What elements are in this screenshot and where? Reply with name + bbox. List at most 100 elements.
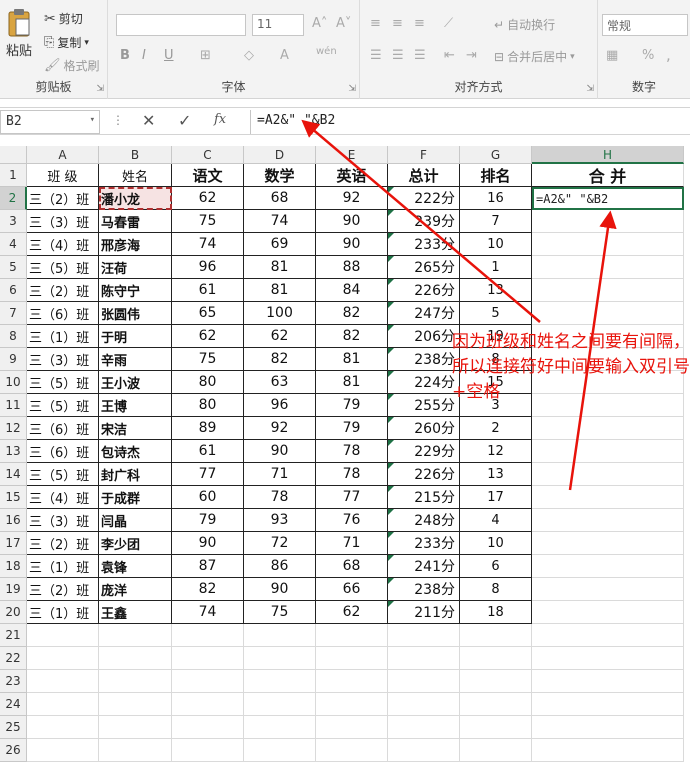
empty-cell[interactable] — [316, 693, 388, 716]
empty-cell[interactable] — [388, 739, 460, 762]
empty-cell[interactable] — [388, 716, 460, 739]
table-cell[interactable]: 于成群 — [99, 486, 172, 509]
table-cell[interactable]: 87 — [172, 555, 244, 578]
empty-cell[interactable] — [172, 716, 244, 739]
font-color-icon[interactable]: A — [280, 48, 289, 63]
italic-icon[interactable]: I — [142, 48, 146, 63]
table-cell[interactable]: 71 — [244, 463, 316, 486]
table-cell[interactable]: 224分 — [388, 371, 460, 394]
table-cell[interactable]: 78 — [244, 486, 316, 509]
table-cell[interactable]: 90 — [316, 233, 388, 256]
row-header[interactable]: 12 — [0, 417, 27, 440]
empty-cell[interactable] — [532, 624, 684, 647]
table-cell[interactable]: 三（4）班 — [27, 233, 99, 256]
table-cell[interactable]: 238分 — [388, 348, 460, 371]
table-cell[interactable]: 86 — [244, 555, 316, 578]
empty-cell[interactable] — [460, 693, 532, 716]
fill-color-icon[interactable]: ◇ — [244, 48, 254, 63]
empty-cell[interactable] — [532, 486, 684, 509]
table-cell[interactable]: 16 — [460, 187, 532, 210]
table-cell[interactable]: 78 — [316, 440, 388, 463]
table-cell[interactable]: 90 — [244, 578, 316, 601]
font-family-combo[interactable] — [116, 14, 246, 36]
table-cell[interactable]: 68 — [316, 555, 388, 578]
comma-style-icon[interactable]: , — [666, 46, 671, 64]
cancel-icon[interactable]: ✕ — [142, 111, 155, 130]
table-cell[interactable]: 247分 — [388, 302, 460, 325]
empty-cell[interactable] — [460, 739, 532, 762]
table-cell[interactable]: 包诗杰 — [99, 440, 172, 463]
empty-cell[interactable] — [532, 670, 684, 693]
table-cell[interactable]: 三（2）班 — [27, 532, 99, 555]
empty-cell[interactable] — [532, 302, 684, 325]
row-header[interactable]: 24 — [0, 693, 27, 716]
table-cell[interactable]: 215分 — [388, 486, 460, 509]
table-cell[interactable]: 96 — [244, 394, 316, 417]
empty-cell[interactable] — [99, 647, 172, 670]
table-cell[interactable]: 74 — [172, 233, 244, 256]
table-cell[interactable]: 75 — [172, 348, 244, 371]
header-cell-english[interactable]: 英语 — [316, 164, 388, 187]
table-cell[interactable]: 王小波 — [99, 371, 172, 394]
row-header[interactable]: 15 — [0, 486, 27, 509]
empty-cell[interactable] — [532, 509, 684, 532]
empty-cell[interactable] — [316, 647, 388, 670]
table-cell[interactable]: 80 — [172, 394, 244, 417]
empty-cell[interactable] — [244, 670, 316, 693]
row-header[interactable]: 4 — [0, 233, 27, 256]
empty-cell[interactable] — [316, 739, 388, 762]
table-cell[interactable]: 三（3）班 — [27, 509, 99, 532]
table-cell[interactable]: 袁锋 — [99, 555, 172, 578]
table-cell[interactable]: 三（5）班 — [27, 394, 99, 417]
table-cell[interactable]: 84 — [316, 279, 388, 302]
empty-cell[interactable] — [532, 555, 684, 578]
empty-cell[interactable] — [460, 647, 532, 670]
table-cell[interactable]: 80 — [172, 371, 244, 394]
empty-cell[interactable] — [532, 532, 684, 555]
row-header[interactable]: 10 — [0, 371, 27, 394]
empty-cell[interactable] — [316, 624, 388, 647]
shrink-font-icon[interactable]: A˅ — [336, 16, 351, 31]
empty-cell[interactable] — [388, 647, 460, 670]
table-cell[interactable]: 248分 — [388, 509, 460, 532]
table-cell[interactable]: 三（1）班 — [27, 555, 99, 578]
table-cell[interactable]: 62 — [244, 325, 316, 348]
row-header[interactable]: 5 — [0, 256, 27, 279]
empty-cell[interactable] — [532, 601, 684, 624]
table-cell[interactable]: 260分 — [388, 417, 460, 440]
empty-cell[interactable] — [532, 210, 684, 233]
table-cell[interactable]: 62 — [172, 325, 244, 348]
row-header[interactable]: 7 — [0, 302, 27, 325]
empty-cell[interactable] — [99, 716, 172, 739]
header-cell-name[interactable]: 姓名 — [99, 164, 172, 187]
table-cell[interactable]: 61 — [172, 440, 244, 463]
table-cell[interactable]: 226分 — [388, 463, 460, 486]
table-cell[interactable]: 1 — [460, 256, 532, 279]
row-header[interactable]: 16 — [0, 509, 27, 532]
insert-function-icon[interactable]: fx — [214, 112, 226, 127]
empty-cell[interactable] — [532, 279, 684, 302]
table-cell[interactable]: 2 — [460, 417, 532, 440]
bold-icon[interactable]: B — [120, 48, 130, 63]
align-center-icon[interactable]: ☰ — [392, 48, 404, 63]
empty-cell[interactable] — [460, 624, 532, 647]
align-middle-icon[interactable]: ≡ — [392, 16, 403, 31]
table-cell[interactable]: 李少团 — [99, 532, 172, 555]
table-cell[interactable]: 三（2）班 — [27, 578, 99, 601]
table-cell[interactable]: 13 — [460, 463, 532, 486]
paste-button[interactable]: 粘贴 — [6, 8, 32, 59]
table-cell[interactable]: 闫晶 — [99, 509, 172, 532]
table-cell[interactable]: 81 — [244, 279, 316, 302]
empty-cell[interactable] — [172, 647, 244, 670]
empty-cell[interactable] — [172, 739, 244, 762]
empty-cell[interactable] — [532, 440, 684, 463]
empty-cell[interactable] — [27, 693, 99, 716]
empty-cell[interactable] — [532, 647, 684, 670]
table-cell[interactable]: 77 — [316, 486, 388, 509]
row-header[interactable]: 2 — [0, 187, 27, 210]
decrease-indent-icon[interactable]: ⇤ — [444, 48, 455, 63]
empty-cell[interactable] — [99, 624, 172, 647]
table-cell[interactable]: 229分 — [388, 440, 460, 463]
table-cell[interactable]: 222分 — [388, 187, 460, 210]
table-cell[interactable]: 10 — [460, 233, 532, 256]
